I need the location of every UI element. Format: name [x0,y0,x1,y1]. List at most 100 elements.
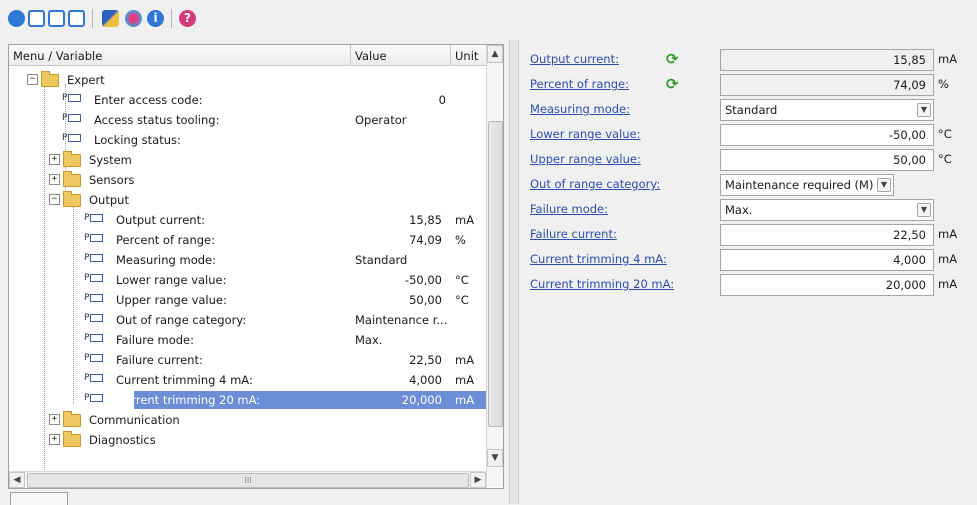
value-input[interactable]: 20,000 [720,274,934,296]
form-row: Lower range value: -50,00 °C [530,124,970,146]
layout-2-icon[interactable] [48,10,65,27]
expand-icon[interactable]: + [49,154,60,165]
tree-row[interactable]: P Failure mode: Max. [9,330,486,350]
scroll-left-button[interactable]: ◀ [9,472,25,488]
scroll-up-button[interactable]: ▲ [487,45,503,63]
toolbar-separator [92,9,93,28]
scroll-right-button[interactable]: ▶ [470,472,486,488]
home-icon[interactable] [8,10,25,27]
field-unit: mA [938,252,958,266]
value-input[interactable]: 50,00 [720,149,934,171]
parameter-icon: P [84,373,104,383]
help-icon[interactable]: ? [179,10,196,27]
value-input[interactable]: 4,000 [720,249,934,271]
field-unit: °C [938,152,952,166]
tree-row[interactable]: P Lower range value: -50,00 °C [9,270,486,290]
tree-header: Menu / Variable Value Unit [9,45,486,66]
tree-folder-row[interactable]: − Expert [9,70,486,90]
tree-row[interactable]: P Out of range category: Maintenance r... [9,310,486,330]
tree-item-value: Operator [355,113,407,127]
field-value: 4,000 [893,253,926,267]
scroll-thumb[interactable] [488,121,503,427]
readonly-value-field: 74,09 [720,74,934,96]
refresh-icon[interactable]: ⟳ [666,52,679,67]
refresh-icon[interactable]: ⟳ [666,77,679,92]
header-value[interactable]: Value [355,49,387,63]
field-label-link[interactable]: Lower range value: [530,127,641,141]
horizontal-scrollbar[interactable]: ◀ III ▶ [9,471,486,488]
tree-folder-row[interactable]: + Diagnostics [9,430,486,450]
scroll-down-button[interactable]: ▼ [487,449,503,467]
tree-item-value: Standard [355,253,408,267]
chevron-down-icon[interactable]: ▼ [917,103,931,117]
header-unit[interactable]: Unit [455,49,478,63]
expand-icon[interactable]: + [49,414,60,425]
field-label-link[interactable]: Current trimming 20 mA: [530,277,674,291]
field-label-link[interactable]: Out of range category: [530,177,660,191]
field-label-link[interactable]: Output current: [530,52,619,66]
tree-item-label: Failure mode: [116,333,194,347]
collapse-icon[interactable]: − [49,194,60,205]
dropdown-value: Standard [725,103,778,117]
sparkle-arrow-icon[interactable] [125,10,142,27]
info-icon[interactable]: i [147,10,164,27]
tree-item-value: 74,09 [409,233,442,247]
tree-item-unit: °C [455,273,469,287]
parameter-icon: P [84,233,104,243]
parameter-icon: P [62,113,82,123]
tree-row[interactable]: P Access status tooling: Operator [9,110,486,130]
header-menu-variable[interactable]: Menu / Variable [13,49,102,63]
tree-item-value: 20,000 [401,393,442,407]
field-label-link[interactable]: Percent of range: [530,77,629,91]
folder-icon [63,411,81,427]
panel-splitter[interactable] [509,40,519,504]
field-label-link[interactable]: Measuring mode: [530,102,630,116]
wrench-wand-icon[interactable] [102,10,119,27]
folder-icon [63,431,81,447]
column-divider[interactable] [450,45,451,65]
dropdown-field[interactable]: Standard ▼ [720,99,934,121]
folder-icon [63,191,81,207]
field-label-link[interactable]: Failure current: [530,227,617,241]
value-input[interactable]: -50,00 [720,124,934,146]
chevron-down-icon[interactable]: ▼ [917,203,931,217]
tree-row[interactable]: P Locking status: [9,130,486,150]
tree-row[interactable]: P Enter access code: 0 [9,90,486,110]
field-label-link[interactable]: Upper range value: [530,152,641,166]
tree-row[interactable]: P Upper range value: 50,00 °C [9,290,486,310]
vertical-scrollbar[interactable]: ▲ ▼ [486,45,503,487]
dropdown-field[interactable]: Max. ▼ [720,199,934,221]
expand-icon[interactable]: + [49,434,60,445]
chevron-down-icon[interactable]: ▼ [877,178,891,192]
expand-icon[interactable]: + [49,174,60,185]
tree-item-label: Access status tooling: [94,113,220,127]
tree-item-label: Sensors [89,173,135,187]
tree-item-unit: mA [455,353,475,367]
value-input[interactable]: 22,50 [720,224,934,246]
parameter-icon: P [84,273,104,283]
tree-folder-row[interactable]: − Output [9,190,486,210]
hscroll-thumb[interactable]: III [27,473,469,488]
bottom-tab[interactable] [10,492,68,505]
tree-folder-row[interactable]: + System [9,150,486,170]
tree-row[interactable]: P Percent of range: 74,09% [9,230,486,250]
collapse-icon[interactable]: − [27,74,38,85]
tree-item-label: Expert [67,73,105,87]
tree-row[interactable]: P Output current: 15,85 mA [9,210,486,230]
column-divider[interactable] [350,45,351,65]
layout-1-icon[interactable] [28,10,45,27]
tree-row[interactable]: P Measuring mode: Standard [9,250,486,270]
tree-folder-row[interactable]: + Sensors [9,170,486,190]
layout-3-icon[interactable] [68,10,85,27]
tree-row[interactable]: P Current trimming 20 mA: 20,000 mA [9,390,486,410]
tree-item-value: 50,00 [409,293,442,307]
form-row: Upper range value: 50,00 °C [530,149,970,171]
tree-row[interactable]: P Current trimming 4 mA: 4,000 mA [9,370,486,390]
field-label-link[interactable]: Failure mode: [530,202,608,216]
tree-folder-row[interactable]: + Communication [9,410,486,430]
tree-item-value: 22,50 [409,353,442,367]
dropdown-field[interactable]: Maintenance required (M) ▼ [720,174,894,196]
parameter-icon: P [62,93,82,103]
field-label-link[interactable]: Current trimming 4 mA: [530,252,667,266]
tree-row[interactable]: P Failure current: 22,50 mA [9,350,486,370]
